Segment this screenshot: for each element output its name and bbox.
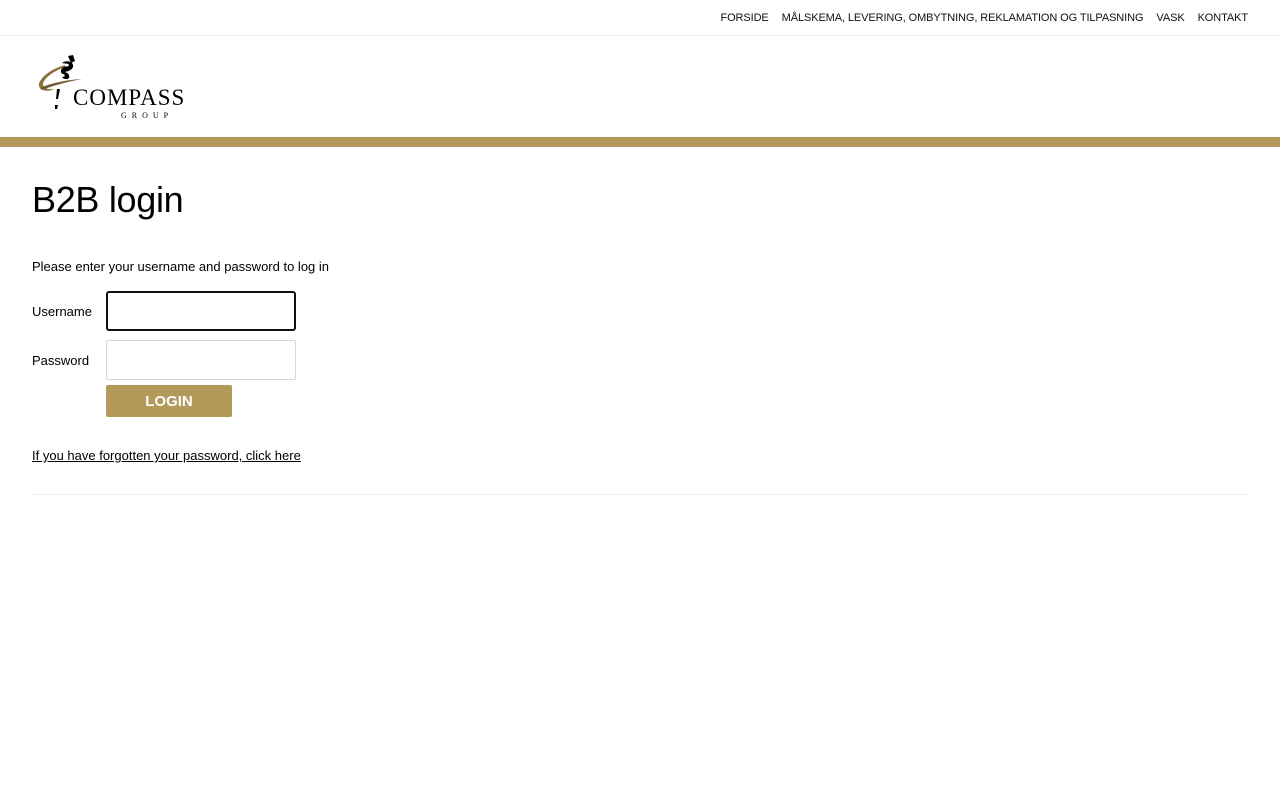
main-content: B2B login Please enter your username and… [0,180,1280,495]
password-input[interactable] [106,340,296,380]
nav-item-kontakt[interactable]: KONTAKT [1198,12,1249,24]
username-input[interactable] [106,291,296,331]
login-instructions: Please enter your username and password … [32,259,330,274]
top-navigation: FORSIDE MÅLSKEMA, LEVERING, OMBYTNING, R… [0,0,1280,36]
compass-logo-mark: COMPASS GROUP [38,55,185,119]
forgot-password-link[interactable]: If you have forgotten your password, cli… [32,448,301,463]
logo-wordmark: COMPASS [73,85,185,110]
username-label: Username [32,303,92,319]
site-header: COMPASS GROUP [0,36,1280,137]
login-form: Username Password LOGIN [32,291,1248,417]
password-label: Password [32,352,90,368]
password-row: Password [32,340,1248,380]
nav-item-malskema[interactable]: MÅLSKEMA, LEVERING, OMBYTNING, REKLAMATI… [782,12,1144,24]
username-row: Username [32,291,1248,331]
content-divider [32,494,1248,495]
accent-bar [0,137,1280,147]
login-button[interactable]: LOGIN [106,385,232,417]
logo-subtext: GROUP [121,111,173,119]
compass-group-logo[interactable]: COMPASS GROUP [38,55,200,119]
page-title: B2B login [32,179,184,220]
nav-item-vask[interactable]: VASK [1156,12,1184,24]
nav-item-forside[interactable]: FORSIDE [720,12,768,24]
